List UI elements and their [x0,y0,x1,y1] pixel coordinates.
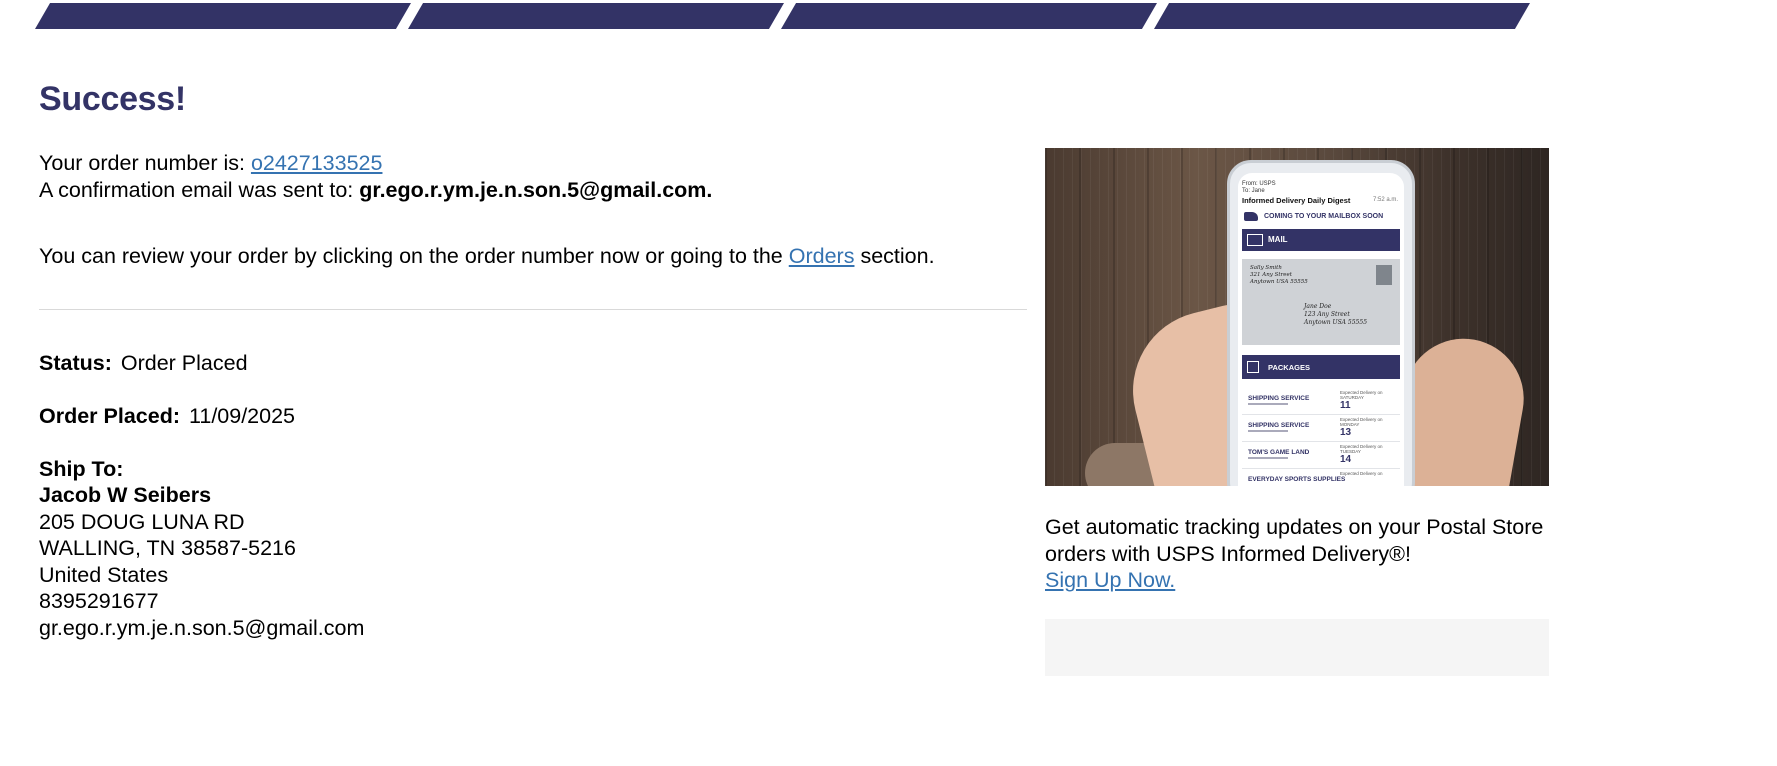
package-row: SHIPPING SERVICE Expected Delivery on MO… [1242,414,1400,442]
ship-to-label: Ship To: [39,457,124,481]
page-title: Success! [39,80,186,118]
informed-delivery-promo-text: Get automatic tracking updates on your P… [1045,515,1544,566]
review-text: You can review your order by clicking on… [39,244,789,268]
digest-to: To: Jane [1242,188,1265,194]
progress-steps [0,0,1777,32]
review-suffix: section. [854,244,935,268]
mail-piece: Sally Smith 321 Any Street Anytown USA 5… [1242,259,1400,345]
destination-address: Jane Doe 123 Any Street Anytown USA 5555… [1304,303,1368,326]
recipient-phone: 8395291677 [39,589,159,613]
coming-soon-label: COMING TO YOUR MAILBOX SOON [1264,213,1384,220]
orders-link[interactable]: Orders [789,244,855,268]
status-value: Order Placed [120,351,248,375]
sign-up-link[interactable]: Sign Up Now. [1045,567,1175,594]
status-row: Status: Order Placed [39,350,248,376]
order-placed-label: Order Placed: [39,404,180,428]
mail-header: MAIL [1242,229,1400,251]
order-number-link[interactable]: o2427133525 [251,151,383,175]
address-line-1: 205 DOUG LUNA RD [39,510,245,534]
divider [39,309,1027,310]
confirmation-email-line: A confirmation email was sent to: gr.ego… [39,177,712,203]
confirmation-email-label: A confirmation email was sent to: [39,178,360,202]
progress-step-4 [1154,3,1530,29]
review-order-line: You can review your order by clicking on… [39,243,935,269]
digest-time: 7:52 a.m. [1372,197,1398,203]
address-country: United States [39,563,169,587]
confirmation-email: gr.ego.r.ym.je.n.son.5@gmail.com. [359,178,713,202]
order-number-label: Your order number is: [39,151,251,175]
digest-title: Informed Delivery Daily Digest [1242,196,1351,205]
packages-header: PACKAGES [1242,355,1400,379]
progress-step-1 [35,3,411,29]
envelope-icon [1247,234,1263,246]
package-row: TOM'S GAME LAND Expected Delivery on TUE… [1242,441,1400,469]
recipient-email: gr.ego.r.ym.je.n.son.5@gmail.com [39,616,365,640]
package-icon [1247,361,1259,373]
address-line-2: WALLING, TN 38587-5216 [39,536,296,560]
progress-step-3 [781,3,1157,29]
progress-step-2 [408,3,784,29]
order-number-line: Your order number is: o2427133525 [39,150,382,176]
phone-screen: From: USPS To: Jane Informed Delivery Da… [1238,173,1404,486]
order-placed-row: Order Placed: 11/09/2025 [39,403,295,429]
status-label: Status: [39,351,112,375]
phone-mockup: From: USPS To: Jane Informed Delivery Da… [1227,160,1415,486]
informed-delivery-promo-image: From: USPS To: Jane Informed Delivery Da… [1045,148,1549,486]
return-address: Sally Smith 321 Any Street Anytown USA 5… [1250,265,1308,285]
promo-placeholder-box [1045,619,1549,676]
package-row: EVERYDAY SPORTS SUPPLIES Expected Delive… [1242,468,1400,486]
recipient-name: Jacob W Seibers [39,483,212,507]
stamp-icon [1376,265,1392,285]
digest-from: From: USPS [1242,181,1276,187]
order-placed-date: 11/09/2025 [189,404,296,428]
package-row: SHIPPING SERVICE Expected Delivery on SA… [1242,387,1400,415]
